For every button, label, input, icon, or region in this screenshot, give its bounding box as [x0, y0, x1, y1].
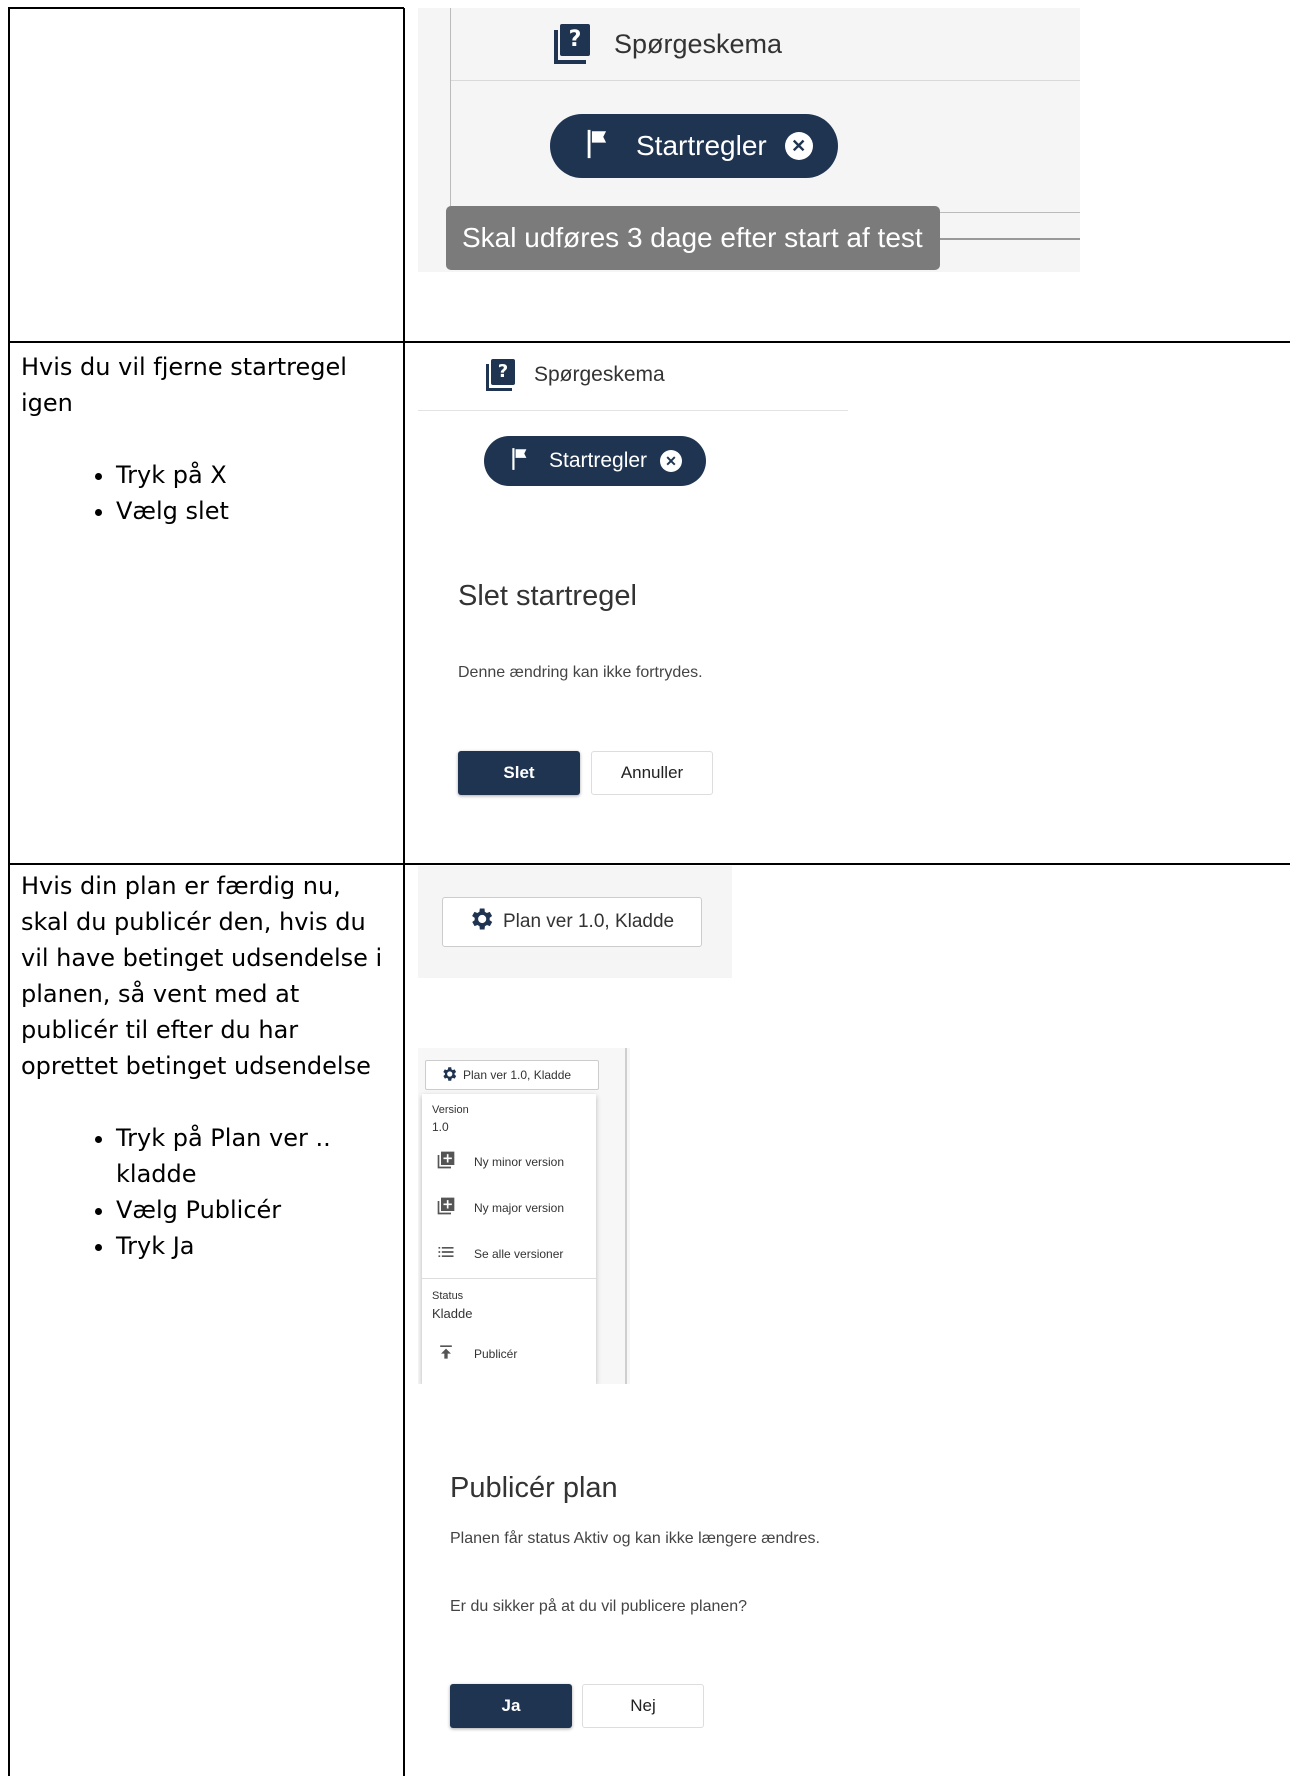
row2-instructions: Hvis du vil fjerne startregel igen Tryk …	[21, 349, 391, 529]
add-box-icon	[436, 1150, 456, 1173]
table-column-divider	[403, 8, 405, 1776]
chip-remove-icon[interactable]: ✕	[784, 132, 813, 160]
questionnaire-icon: ?	[554, 24, 592, 64]
row2-bullet-1: Tryk på X	[116, 457, 391, 493]
version-heading: Version	[432, 1104, 469, 1116]
panel-divider	[451, 80, 1080, 81]
menu-item-ny-major-version[interactable]: Ny major version	[436, 1196, 564, 1219]
row3-bullet-3: Tryk Ja	[116, 1228, 351, 1264]
row2-intro: Hvis du vil fjerne startregel igen	[21, 353, 347, 417]
menu-item-se-alle-versioner[interactable]: Se alle versioner	[436, 1242, 563, 1265]
ja-button[interactable]: Ja	[450, 1684, 572, 1728]
questionnaire-icon: ?	[486, 359, 516, 391]
screenshot-plan-button: Plan ver 1.0, Kladde	[418, 866, 732, 978]
chip-remove-icon[interactable]: ✕	[660, 450, 683, 472]
screenshot-plan-menu: Plan ver 1.0, Kladde Version 1.0 Ny mino…	[418, 1048, 630, 1384]
dialog-slet-startregel: Slet startregel Denne ændring kan ikke f…	[420, 560, 840, 810]
add-box-icon	[436, 1196, 456, 1219]
questionnaire-row: ? Spørgeskema	[486, 358, 665, 392]
gear-icon	[467, 905, 495, 939]
flag-icon	[508, 446, 534, 477]
nej-button[interactable]: Nej	[582, 1684, 704, 1728]
slet-button-label: Slet	[503, 763, 535, 782]
questionnaire-row: ? Spørgeskema	[554, 22, 782, 66]
menu-item-label: Publicér	[474, 1346, 518, 1361]
dialog-text: Denne ændring kan ikke fortrydes.	[458, 664, 703, 681]
menu-divider	[422, 1278, 596, 1279]
status-heading: Status	[432, 1290, 464, 1302]
panel-divider	[418, 410, 848, 411]
menu-item-label: Ny major version	[474, 1200, 565, 1215]
row3-bullet-1: Tryk på Plan ver .. kladde	[116, 1120, 351, 1192]
publish-icon	[436, 1342, 456, 1365]
dialog-publicer-plan: Publicér plan Planen får status Aktiv og…	[418, 1462, 888, 1742]
tooltip: Skal udføres 3 dage efter start af test	[446, 206, 940, 270]
list-icon	[436, 1242, 456, 1265]
dialog-text: Planen får status Aktiv og kan ikke læng…	[450, 1530, 820, 1547]
row3-bullets: Tryk på Plan ver .. kladde Vælg Publicér…	[21, 1120, 351, 1264]
ja-button-label: Ja	[501, 1696, 521, 1715]
plan-version-button[interactable]: Plan ver 1.0, Kladde	[425, 1060, 599, 1090]
dialog-title: Slet startregel	[458, 580, 637, 612]
chip-label: Startregler	[549, 449, 648, 472]
version-value: 1.0	[432, 1120, 449, 1134]
table-border-top	[8, 7, 404, 9]
row2-bullet-2: Vælg slet	[116, 493, 391, 529]
row-divider-1	[8, 341, 1290, 343]
screenshot-startregler-tooltip: ? Spørgeskema Startregler ✕ Skal udføres…	[418, 8, 1080, 272]
dialog-question: Er du sikker på at du vil publicere plan…	[450, 1598, 748, 1615]
menu-item-ny-minor-version[interactable]: Ny minor version	[436, 1150, 564, 1173]
questionnaire-label: Spørgeskema	[614, 28, 783, 59]
row3-instructions: Hvis din plan er færdig nu, skal du publ…	[21, 868, 391, 1264]
plan-version-label: Plan ver 1.0, Kladde	[503, 911, 675, 932]
nej-button-label: Nej	[630, 1696, 656, 1715]
menu-item-publicer[interactable]: Publicér	[436, 1342, 517, 1365]
plan-version-button[interactable]: Plan ver 1.0, Kladde	[442, 897, 702, 947]
status-value: Kladde	[432, 1306, 473, 1321]
panel-border-left	[450, 8, 451, 213]
menu-item-label: Ny minor version	[474, 1154, 565, 1169]
row3-intro: Hvis din plan er færdig nu, skal du publ…	[21, 872, 383, 1080]
tooltip-text: Skal udføres 3 dage efter start af test	[462, 222, 923, 253]
screenshot-slet-startregel: ? Spørgeskema Startregler ✕	[418, 344, 848, 504]
slet-button[interactable]: Slet	[458, 751, 580, 795]
flag-icon	[582, 127, 616, 166]
plan-menu: Version 1.0 Ny minor version Ny major ve…	[422, 1094, 596, 1384]
gear-icon	[440, 1065, 458, 1086]
row-divider-2	[8, 863, 1290, 865]
menu-item-label: Se alle versioner	[474, 1246, 564, 1261]
annuller-button-label: Annuller	[620, 763, 684, 782]
questionnaire-label: Spørgeskema	[534, 363, 665, 386]
panel-border-right	[625, 1048, 627, 1384]
row2-bullets: Tryk på X Vælg slet	[21, 457, 391, 529]
row3-bullet-2: Vælg Publicér	[116, 1192, 351, 1228]
chip-label: Startregler	[636, 130, 767, 161]
annuller-button[interactable]: Annuller	[591, 751, 713, 795]
startregler-chip[interactable]: Startregler ✕	[484, 436, 706, 486]
plan-version-label: Plan ver 1.0, Kladde	[463, 1068, 572, 1082]
table-border-left	[8, 8, 10, 1776]
startregler-chip[interactable]: Startregler ✕	[550, 114, 838, 178]
dialog-title: Publicér plan	[450, 1472, 618, 1504]
